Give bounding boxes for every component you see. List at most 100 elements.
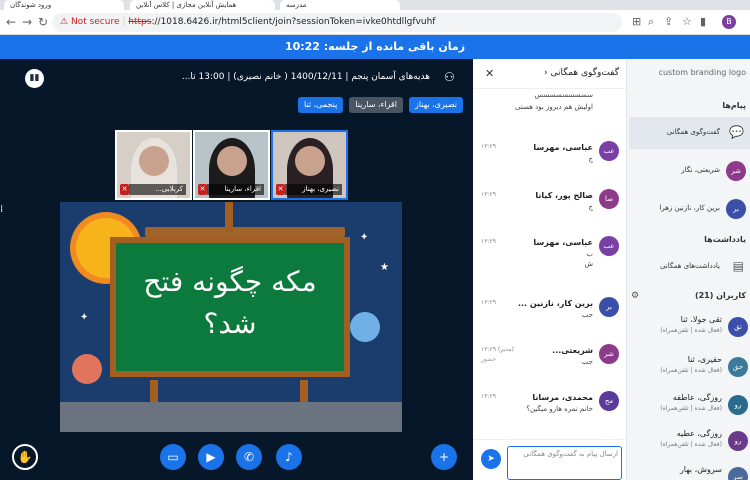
speaker-indicator[interactable]: اقراء، سارینا — [349, 97, 403, 113]
avatar: صا — [599, 189, 619, 209]
meeting-title: هدیه‌های آسمان پنجم | 1400/12/11 ( خانم … — [181, 72, 430, 82]
webcam-strip: ✕ کربلایی... ✕ اقراء، سارینا ✕ نصیری، به… — [115, 130, 348, 200]
slide-text: مکه چگونه فتح شد؟ — [143, 265, 317, 340]
url-field[interactable]: ⚠ Not secure | https://1018.6426.ir/html… — [52, 13, 622, 32]
chat-bubble-icon: 💬 — [729, 125, 744, 139]
forward-icon[interactable]: → — [20, 15, 34, 29]
expand-handle-icon[interactable]: ⁞ — [0, 204, 3, 215]
raise-hand-button[interactable]: ✋ — [12, 444, 38, 470]
video-face — [217, 146, 247, 176]
user-list-toggle-icon[interactable]: ⚇ — [444, 70, 455, 84]
chat-message: عب عباسی، مهرسا ۱۳:۲۹ ب ش — [473, 236, 623, 286]
star-icon: ✦ — [80, 312, 89, 323]
message-time: ۱۳:۲۹ — [481, 143, 496, 150]
webcam-tile-active[interactable]: ✕ نصیری، بهناز — [271, 130, 348, 200]
video-camera-button[interactable]: ▶ — [198, 444, 224, 470]
planet-illustration — [72, 354, 102, 384]
user-list-item[interactable]: سر سروش، بهار — [629, 459, 750, 480]
message-text: ج — [588, 203, 593, 211]
webcam-tile[interactable]: ✕ اقراء، سارینا — [193, 130, 270, 200]
browser-tab-1[interactable]: ورود شوندگان — [4, 0, 124, 10]
profile-avatar[interactable]: B — [722, 15, 736, 29]
phone-audio-button[interactable]: ✆ — [236, 444, 262, 470]
share-screen-button[interactable]: ▭ — [160, 444, 186, 470]
star-icon: ★ — [380, 262, 389, 273]
floor-strip — [60, 402, 402, 432]
message-time: ۱۳:۲۹ — [481, 238, 496, 245]
user-list-item[interactable]: رو روزگی، عطیه (فعال شده | تلفن‌همراه) — [629, 423, 750, 461]
user-status: (فعال شده | تلفن‌همراه) — [660, 441, 722, 448]
brand-logo-text: custom branding logo — [658, 68, 746, 77]
send-icon[interactable]: ➤ — [481, 449, 501, 469]
actions-plus-button[interactable]: + — [431, 444, 457, 470]
avatar: سر — [728, 467, 748, 480]
sidebar-item-private-chat[interactable]: شر شریعتی، نگار — [629, 155, 750, 187]
sidebar-item-public-chat[interactable]: 💬 گفت‌وگوی همگانی — [629, 117, 750, 149]
browser-tab-3[interactable]: مدرسه — [280, 0, 400, 10]
message-text: اولیش هم دیروز بود هستی — [515, 103, 593, 111]
gear-icon[interactable]: ⚙ — [631, 291, 639, 301]
microphone-button[interactable]: ♪ — [276, 444, 302, 470]
users-section-title: کاربران (21) — [694, 291, 746, 300]
browser-tab-2[interactable]: همایش آنلاین مجازی | کلاس آنلاین — [130, 0, 275, 10]
user-list-item[interactable]: تق تقی جولا، ثنا (فعال شده | تلفن‌همراه) — [629, 309, 750, 347]
reload-icon[interactable]: ↻ — [36, 15, 50, 29]
message-sender: عباسی، مهرسا — [533, 238, 593, 247]
video-face — [139, 146, 169, 176]
address-bar-row: ← → ↻ ⚠ Not secure | https://1018.6426.i… — [0, 10, 750, 35]
meeting-main-area: ▮▮ هدیه‌های آسمان پنجم | 1400/12/11 ( خا… — [0, 59, 473, 480]
avatar: تق — [728, 317, 748, 337]
talking-indicator-bar: نصیری، بهناز اقراء، سارینا پنجمی، ثنا — [298, 97, 463, 115]
meeting-header: ▮▮ هدیه‌های آسمان پنجم | 1400/12/11 ( خا… — [0, 59, 473, 97]
url-scheme: https — [128, 17, 152, 27]
user-status: (فعال شده | تلفن‌همراه) — [660, 405, 722, 412]
message-text: ج — [588, 155, 593, 163]
webcam-tile[interactable]: ✕ کربلایی... — [115, 130, 192, 200]
star-icon: ✦ — [360, 232, 369, 243]
user-list-item[interactable]: حق حقیری، ثنا (فعال شده | تلفن‌همراه) — [629, 349, 750, 387]
speaker-indicator[interactable]: پنجمی، ثنا — [298, 97, 344, 113]
notes-icon: ▤ — [732, 259, 744, 273]
user-name: روزگی، عاطفه — [672, 393, 722, 402]
chat-message: بر برین کار، نازنین ... ۱۳:۲۹ جب — [473, 297, 623, 337]
message-time: ۱۳:۲۹ — [481, 299, 496, 306]
back-icon[interactable]: ← — [4, 15, 18, 29]
avatar: مح — [599, 391, 619, 411]
close-icon[interactable]: ✕ — [485, 67, 494, 80]
browser-tab-strip: ورود شوندگان همایش آنلاین مجازی | کلاس آ… — [0, 0, 750, 10]
user-list-item[interactable]: رو روزگی، عاطفه (فعال شده | تلفن‌همراه) — [629, 387, 750, 425]
message-sender: عباسی، مهرسا — [533, 143, 593, 152]
chat-message-input[interactable]: ارسال پیام به گفت‌وگوی همگانی — [507, 446, 622, 480]
translate-icon[interactable]: ⊞ — [632, 15, 641, 29]
message-sender: شریعتی... — [552, 346, 593, 355]
url-path: ://1018.6426.ir/html5client/join?session… — [151, 17, 436, 27]
speaker-indicator[interactable]: نصیری، بهناز — [408, 97, 463, 113]
connection-stats-icon[interactable]: ▮▮ — [25, 69, 44, 88]
avatar: شر — [726, 161, 746, 181]
chat-message: سسسسسسسسس اولیش هم دیروز بود هستی — [473, 91, 623, 131]
message-text: ب — [586, 250, 593, 258]
sidebar-item-private-chat[interactable]: بر برین کار، نازنین زهرا — [629, 193, 750, 225]
message-sender: محمدی، مرسانا — [532, 393, 593, 402]
user-name: تقی جولا، ثنا — [680, 315, 722, 324]
message-time: (مدیر) ۱۳:۲۹ — [481, 346, 514, 353]
chat-title[interactable]: گفت‌وگوی همگانی ‹ — [544, 68, 619, 78]
avatar: شر — [599, 344, 619, 364]
chat-messages[interactable]: سسسسسسسسس اولیش هم دیروز بود هستی عب عبا… — [473, 89, 627, 439]
sidebar-item-label: یادداشت‌های همگانی — [659, 262, 720, 270]
easel-top — [145, 227, 345, 237]
webcam-name: اقراء، سارینا — [207, 184, 264, 195]
message-text: ش — [584, 260, 593, 268]
muted-mic-icon: ✕ — [276, 184, 285, 195]
user-name: حقیری، ثنا — [687, 355, 722, 364]
sidebar-item-shared-notes[interactable]: ▤ یادداشت‌های همگانی — [629, 251, 750, 283]
reading-list-icon[interactable]: ▮ — [700, 15, 706, 29]
share-icon[interactable]: ⇪ — [664, 15, 673, 29]
message-text: جب — [581, 358, 593, 366]
sidebar-item-label: برین کار، نازنین زهرا — [659, 204, 720, 212]
zoom-icon[interactable]: ⌕ — [648, 15, 654, 29]
bookmark-star-icon[interactable]: ☆ — [682, 15, 692, 29]
notes-section-title: یادداشت‌ها — [704, 235, 746, 244]
planet-illustration — [350, 312, 380, 342]
chat-message: شر شریعتی... (مدیر) ۱۳:۲۹ جب حضور — [473, 344, 623, 384]
